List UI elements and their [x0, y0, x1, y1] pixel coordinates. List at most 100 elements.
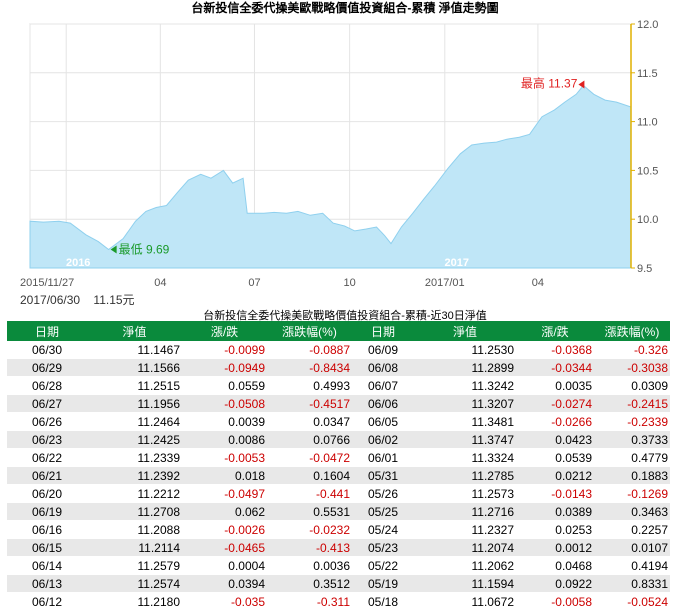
change-cell: 0.0423 — [516, 430, 594, 449]
change-pct-cell: -0.2415 — [594, 394, 670, 413]
y-tick-label: 11.0 — [637, 117, 658, 129]
column-header: 淨值 — [87, 321, 182, 341]
change-cell: -0.0053 — [182, 448, 267, 467]
date-cell: 06/14 — [7, 556, 87, 575]
change-cell: 0.0086 — [182, 430, 267, 449]
nav-cell: 11.2088 — [87, 520, 182, 539]
y-tick-label: 9.5 — [637, 263, 652, 275]
table-row: 06/27 11.1956 -0.0508 -0.4517 06/06 11.3207 -0… — [7, 394, 670, 413]
change-pct-cell: -0.311 — [267, 592, 352, 611]
date-cell: 06/22 — [7, 448, 87, 467]
change-cell: 0.0212 — [516, 466, 594, 485]
change-cell: -0.0058 — [516, 592, 594, 611]
date-cell: 06/12 — [7, 592, 87, 611]
change-cell: -0.035 — [182, 592, 267, 611]
table-row: 06/23 11.2425 0.0086 0.0766 06/02 11.3747 0.04… — [7, 430, 670, 449]
change-pct-cell: -0.0887 — [267, 341, 352, 359]
change-pct-cell: 0.0766 — [267, 430, 352, 449]
column-header: 漲/跌 — [516, 321, 594, 341]
table-row: 06/19 11.2708 0.062 0.5531 05/25 11.2716 0.038… — [7, 502, 670, 521]
change-cell: -0.0497 — [182, 484, 267, 503]
change-cell: 0.0922 — [516, 574, 594, 593]
column-header: 漲跌幅(%) — [594, 321, 670, 341]
nav-cell: 11.2708 — [87, 502, 182, 521]
date-cell: 05/19 — [352, 574, 414, 593]
table-row: 06/16 11.2088 -0.0026 -0.0232 05/24 11.2327 0.… — [7, 520, 670, 539]
change-cell: 0.062 — [182, 502, 267, 521]
change-pct-cell: 0.3512 — [267, 574, 352, 593]
change-pct-cell: 0.4993 — [267, 376, 352, 395]
max-label: 最高 11.37 — [521, 75, 578, 90]
latest-info: 2017/06/30 11.15元 — [20, 291, 135, 308]
change-pct-cell: -0.8434 — [267, 358, 352, 377]
date-cell: 06/09 — [352, 341, 414, 359]
change-pct-cell: 0.2257 — [594, 520, 670, 539]
date-cell: 05/18 — [352, 592, 414, 611]
change-cell: 0.0389 — [516, 502, 594, 521]
change-pct-cell: -0.3038 — [594, 358, 670, 377]
change-pct-cell: 0.3463 — [594, 502, 670, 521]
nav-cell: 11.2074 — [414, 538, 516, 557]
change-pct-cell: 0.4779 — [594, 448, 670, 467]
change-cell: -0.0143 — [516, 484, 594, 503]
table-row: 06/22 11.2339 -0.0053 -0.0472 06/01 11.3324 0.… — [7, 448, 670, 467]
change-pct-cell: 0.1604 — [267, 466, 352, 485]
table-row: 06/30 11.1467 -0.0099 -0.0887 06/09 11.2530 -0… — [7, 341, 670, 359]
change-cell: 0.0468 — [516, 556, 594, 575]
table-row: 06/29 11.1566 -0.0949 -0.8434 06/08 11.2899 -0… — [7, 358, 670, 377]
change-cell: -0.0274 — [516, 394, 594, 413]
nav-cell: 11.2327 — [414, 520, 516, 539]
date-cell: 06/08 — [352, 358, 414, 377]
column-header: 淨值 — [414, 321, 516, 341]
nav-cell: 11.3207 — [414, 394, 516, 413]
table-row: 06/15 11.2114 -0.0465 -0.413 05/23 11.2074 0.0… — [7, 538, 670, 557]
change-cell: -0.0508 — [182, 394, 267, 413]
date-cell: 06/01 — [352, 448, 414, 467]
x-tick-label: 07 — [248, 277, 260, 289]
nav-cell: 11.2425 — [87, 430, 182, 449]
x-tick-label: 2015/11/27 — [20, 277, 74, 289]
date-cell: 06/06 — [352, 394, 414, 413]
y-tick-label: 10.5 — [637, 165, 658, 177]
table-row: 06/12 11.2180 -0.035 -0.311 05/18 11.0672 -0.0… — [7, 592, 670, 611]
column-header: 漲/跌 — [182, 321, 267, 341]
table-header-row: 日期 淨值 漲/跌 漲跌幅(%) 日期 淨值 漲/跌 漲跌幅(%) — [7, 321, 670, 341]
date-cell: 05/24 — [352, 520, 414, 539]
nav-cell: 11.2579 — [87, 556, 182, 575]
date-cell: 05/26 — [352, 484, 414, 503]
date-cell: 05/25 — [352, 502, 414, 521]
change-pct-cell: 0.5531 — [267, 502, 352, 521]
date-cell: 06/23 — [7, 430, 87, 449]
date-cell: 05/31 — [352, 466, 414, 485]
date-cell: 06/19 — [7, 502, 87, 521]
year-marker-label: 2016 — [66, 257, 90, 269]
latest-date: 2017/06/30 — [20, 293, 81, 307]
x-tick-label: 2017/01 — [425, 277, 465, 289]
date-cell: 06/26 — [7, 412, 87, 431]
nav-cell: 11.2114 — [87, 538, 182, 557]
nav-cell: 11.2785 — [414, 466, 516, 485]
nav-cell: 11.3324 — [414, 448, 516, 467]
latest-nav: 11.15元 — [93, 293, 135, 307]
date-cell: 06/30 — [7, 341, 87, 359]
date-cell: 06/02 — [352, 430, 414, 449]
nav-cell: 11.2530 — [414, 341, 516, 359]
y-tick-label: 10.0 — [637, 214, 658, 226]
y-tick-labels: 9.5 10.0 10.5 11.0 11.5 12.0 — [631, 19, 658, 275]
nav-cell: 11.2573 — [414, 484, 516, 503]
x-tick-label: 04 — [532, 277, 544, 289]
change-pct-cell: 0.0347 — [267, 412, 352, 431]
change-pct-cell: -0.2339 — [594, 412, 670, 431]
y-tick-label: 11.5 — [637, 68, 658, 80]
change-cell: 0.0539 — [516, 448, 594, 467]
date-cell: 06/29 — [7, 358, 87, 377]
change-cell: 0.0012 — [516, 538, 594, 557]
change-pct-cell: -0.326 — [594, 341, 670, 359]
nav-cell: 11.2392 — [87, 466, 182, 485]
x-tick-label: 10 — [344, 277, 356, 289]
nav-cell: 11.3481 — [414, 412, 516, 431]
column-header: 日期 — [7, 321, 87, 341]
nav-cell: 11.2515 — [87, 376, 182, 395]
change-cell: 0.0039 — [182, 412, 267, 431]
date-cell: 06/28 — [7, 376, 87, 395]
